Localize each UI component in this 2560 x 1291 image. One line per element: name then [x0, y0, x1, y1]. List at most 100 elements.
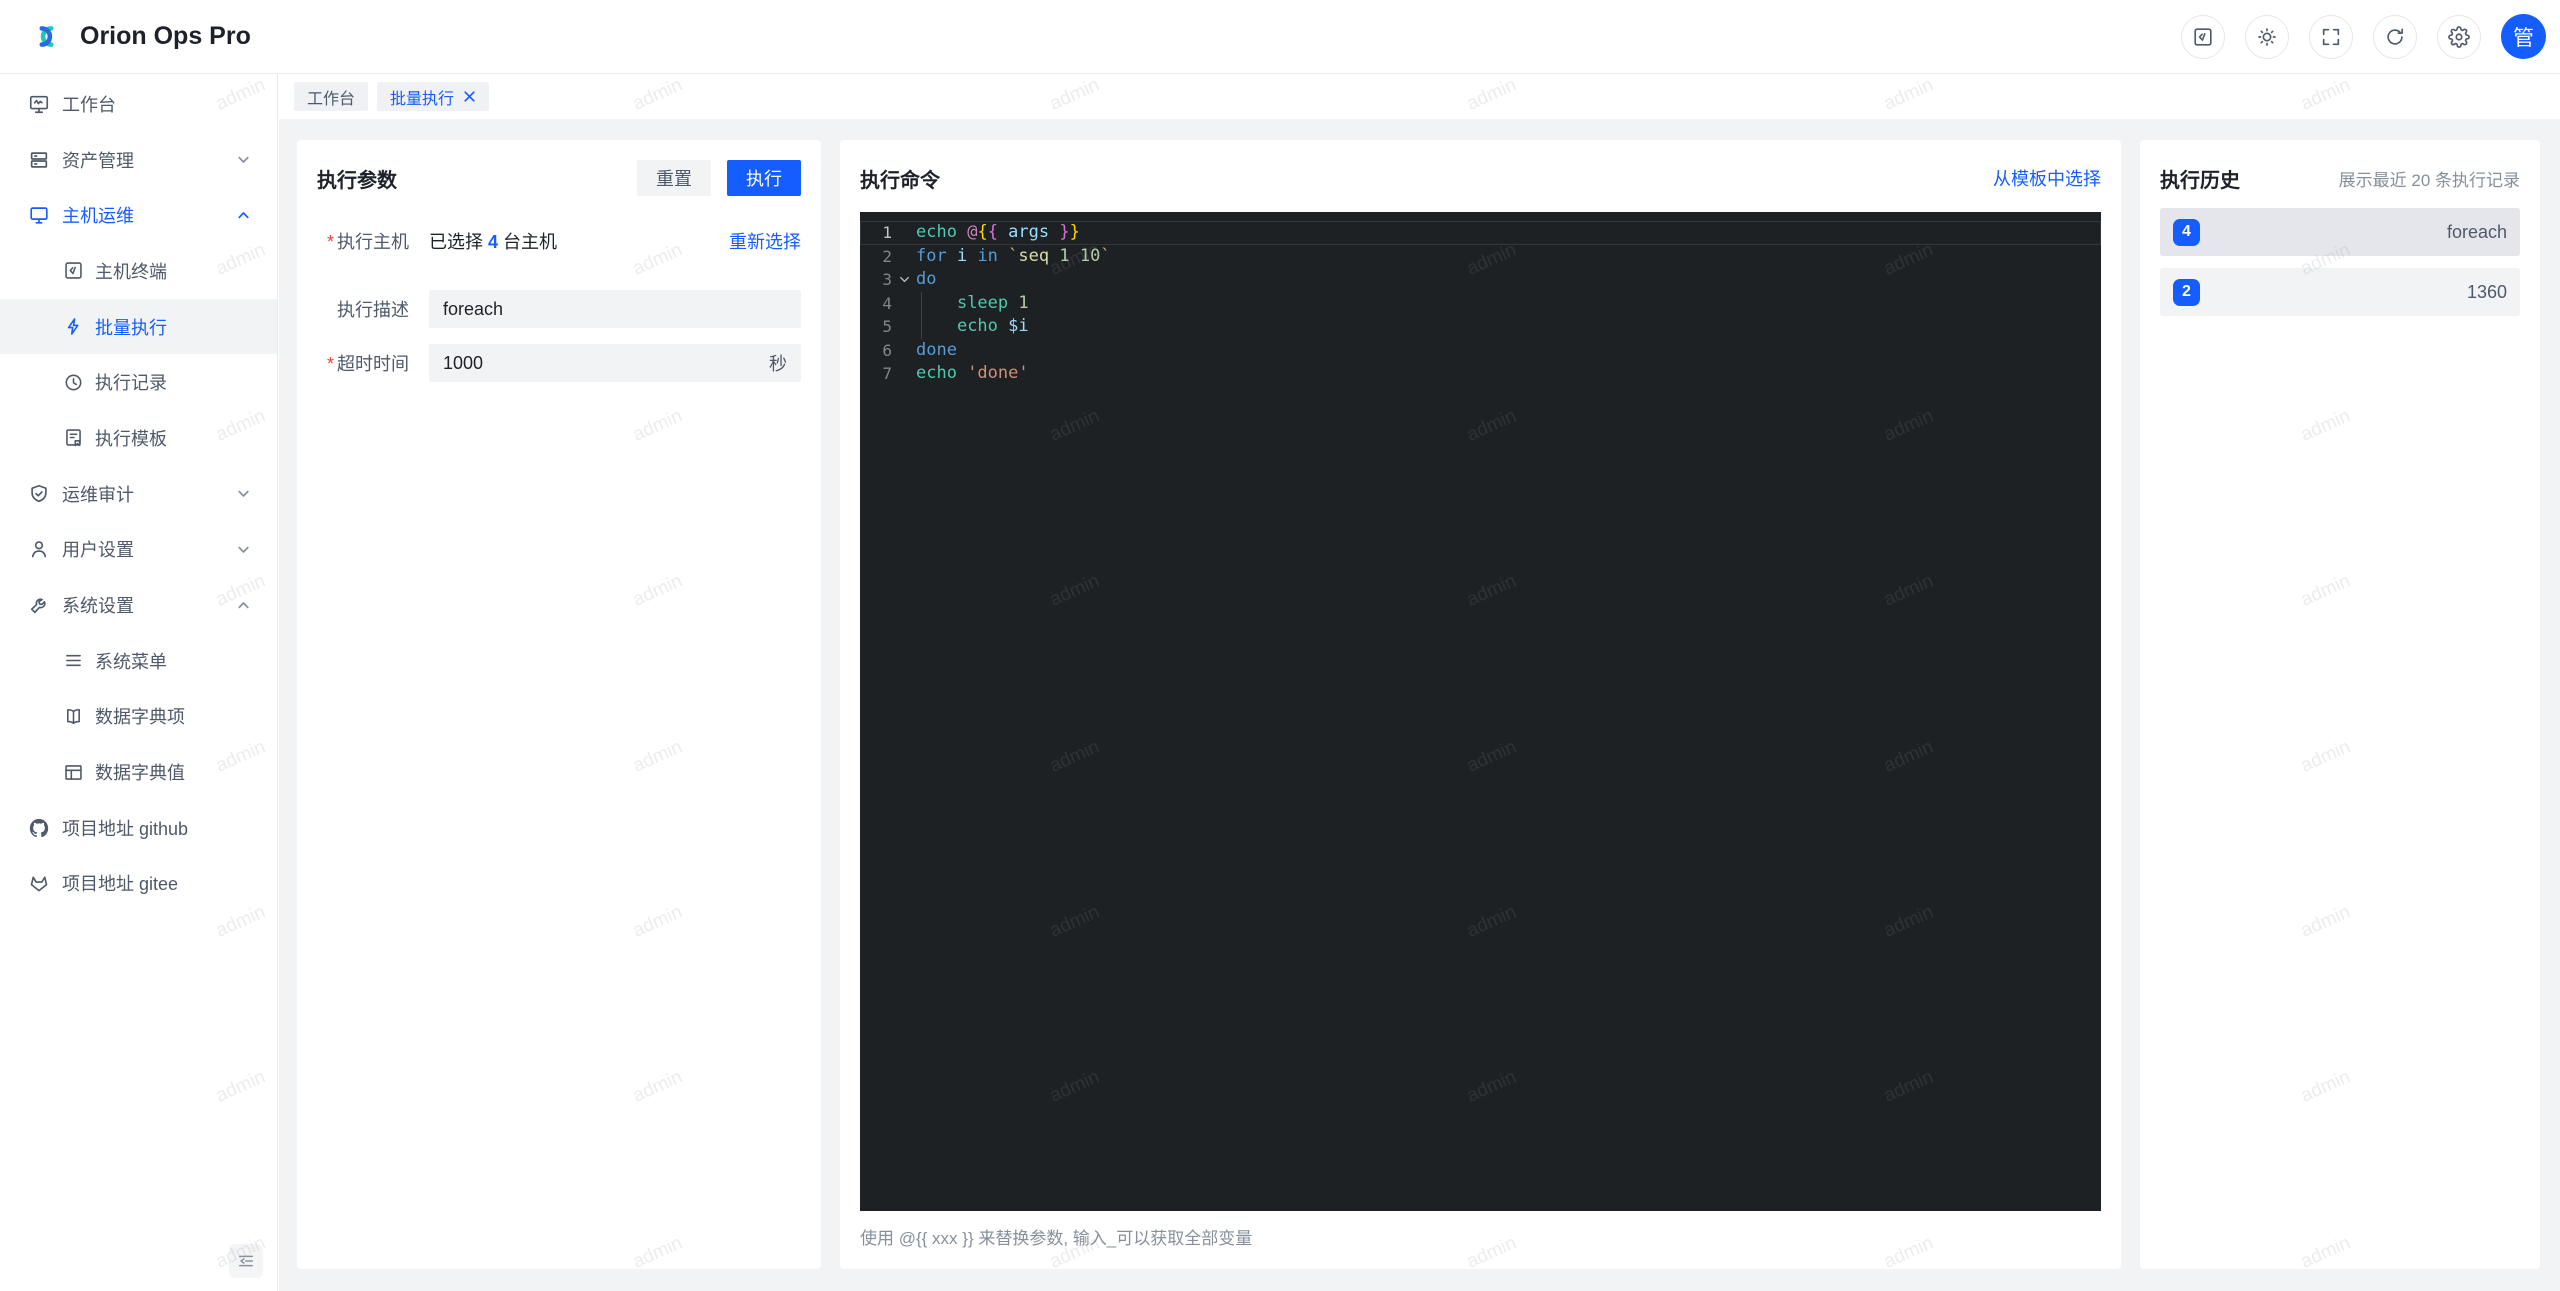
- sidebar-item-system-settings[interactable]: 系统设置: [0, 577, 277, 633]
- terminal-icon: [63, 260, 84, 281]
- user-avatar[interactable]: 管: [2501, 14, 2546, 59]
- sidebar-item-dict-values[interactable]: 数据字典值: [0, 744, 277, 800]
- menu-icon: [63, 650, 84, 671]
- sidebar-item-host-ops[interactable]: 主机运维: [0, 187, 277, 243]
- history-item[interactable]: 21360: [2160, 268, 2520, 316]
- code-line[interactable]: 4 sleep 1: [860, 292, 2101, 316]
- dict-item-icon: [63, 706, 84, 727]
- wrench-icon: [28, 594, 50, 616]
- asset-icon: [28, 149, 50, 171]
- timeout-field-row: 超时时间 秒: [317, 344, 801, 382]
- code-editor[interactable]: 1echo @{{ args }}2 for i in `seq 1 10` 3 do…: [860, 212, 2101, 1211]
- line-number: 7: [860, 362, 892, 386]
- exec-history-panel: 执行历史 展示最近 20 条执行记录 4foreach21360: [2140, 140, 2540, 1269]
- line-number: 3: [860, 268, 892, 292]
- fullscreen-button[interactable]: [2309, 15, 2353, 59]
- fold-chevron-icon[interactable]: [892, 268, 916, 292]
- sidebar-item-label: 数据字典值: [95, 759, 185, 785]
- host-icon: [28, 204, 50, 226]
- app-header: Orion Ops Pro 管: [0, 0, 2560, 74]
- history-host-count-badge: 2: [2173, 279, 2200, 306]
- host-field-label: 执行主机: [317, 228, 429, 254]
- code-line[interactable]: 2 for i in `seq 1 10`: [860, 245, 2101, 269]
- chevron-up-icon: [236, 598, 251, 613]
- code-button[interactable]: [2181, 15, 2225, 59]
- fold-chevron-icon: [892, 339, 916, 363]
- line-number: 2: [860, 245, 892, 269]
- chevron-down-icon: [236, 486, 251, 501]
- line-number: 5: [860, 315, 892, 339]
- fold-chevron-icon: [892, 221, 916, 245]
- sidebar-item-batch-exec[interactable]: 批量执行: [0, 299, 277, 355]
- brand-logo-icon: [26, 16, 67, 57]
- sidebar-menu: 工作台资产管理主机运维主机终端批量执行执行记录执行模板运维审计用户设置系统设置系…: [0, 76, 277, 911]
- exec-params-title: 执行参数: [317, 164, 397, 193]
- line-number: 4: [860, 292, 892, 316]
- history-item[interactable]: 4 foreach: [2160, 208, 2520, 256]
- host-selected-value: 已选择 4 台主机: [429, 228, 557, 254]
- sidebar-item-label: 执行记录: [95, 369, 167, 395]
- sidebar-item-host-terminal[interactable]: 主机终端: [0, 243, 277, 299]
- code-text: do: [916, 268, 2101, 292]
- history-host-count-badge: 4: [2173, 219, 2200, 246]
- code-line[interactable]: 6done: [860, 339, 2101, 363]
- select-from-template-link[interactable]: 从模板中选择: [1993, 165, 2101, 191]
- timeout-input[interactable]: [443, 353, 759, 374]
- sidebar-collapse-button[interactable]: [229, 1244, 263, 1278]
- sidebar-item-workbench[interactable]: 工作台: [0, 76, 277, 132]
- fold-chevron-icon: [892, 315, 916, 339]
- reselect-hosts-link[interactable]: 重新选择: [729, 228, 801, 254]
- line-number: 1: [860, 221, 892, 245]
- code-line[interactable]: 1echo @{{ args }}: [860, 221, 2101, 245]
- exec-history-title: 执行历史: [2160, 164, 2240, 193]
- dict-value-icon: [63, 762, 84, 783]
- editor-hint: 使用 @{{ xxx }} 来替换参数, 输入_可以获取全部变量: [860, 1224, 2101, 1249]
- chevron-up-icon: [236, 208, 251, 223]
- code-line[interactable]: 5 echo $i: [860, 315, 2101, 339]
- sidebar-item-label: 数据字典项: [95, 703, 185, 729]
- refresh-button[interactable]: [2373, 15, 2417, 59]
- sidebar-item-label: 系统菜单: [95, 648, 167, 674]
- sidebar-item-label: 系统设置: [62, 592, 134, 618]
- history-item-text: foreach: [2447, 222, 2507, 243]
- sidebar-item-label: 用户设置: [62, 536, 134, 562]
- code-text: done: [916, 339, 2101, 363]
- desc-input[interactable]: [443, 299, 787, 320]
- run-button[interactable]: 执行: [727, 160, 801, 196]
- code-text: for i in `seq 1 10`: [916, 245, 2101, 269]
- sidebar-item-github[interactable]: 项目地址 github: [0, 800, 277, 856]
- settings-button[interactable]: [2437, 15, 2481, 59]
- history-icon: [63, 372, 84, 393]
- sidebar-item-exec-templates[interactable]: 执行模板: [0, 410, 277, 466]
- sidebar-item-label: 资产管理: [62, 147, 134, 173]
- tab-close-icon[interactable]: [463, 90, 476, 103]
- tab-label: 批量执行: [390, 85, 454, 109]
- tab-label: 工作台: [307, 85, 355, 109]
- timeout-field-label: 超时时间: [317, 350, 429, 376]
- code-line[interactable]: 7echo 'done': [860, 362, 2101, 386]
- tab-batch-exec[interactable]: 批量执行: [377, 82, 489, 111]
- bolt-icon: [63, 316, 84, 337]
- desc-input-wrap: [429, 290, 801, 328]
- exec-params-form: 执行主机 已选择 4 台主机 重新选择 执行描述 超时时间: [317, 228, 801, 382]
- fullscreen-icon: [2320, 26, 2342, 48]
- sidebar-item-ops-audit[interactable]: 运维审计: [0, 466, 277, 522]
- sidebar-item-dict-items[interactable]: 数据字典项: [0, 689, 277, 745]
- chevron-down-icon: [236, 542, 251, 557]
- main-area: 工作台 批量执行 执行参数 重置 执行 执行主机 已选择 4 台主机: [279, 74, 2560, 1291]
- reset-button[interactable]: 重置: [637, 160, 711, 196]
- sidebar-item-exec-records[interactable]: 执行记录: [0, 354, 277, 410]
- code-line[interactable]: 3 do: [860, 268, 2101, 292]
- chevron-down-icon: [236, 152, 251, 167]
- brand-title: Orion Ops Pro: [80, 22, 251, 51]
- fold-chevron-icon: [892, 292, 916, 316]
- tab-workbench[interactable]: 工作台: [294, 82, 368, 111]
- desc-field-label: 执行描述: [317, 296, 429, 322]
- exec-command-title: 执行命令: [860, 164, 940, 193]
- sidebar-item-gitee[interactable]: 项目地址 gitee: [0, 856, 277, 912]
- sidebar-item-user-settings[interactable]: 用户设置: [0, 522, 277, 578]
- theme-button[interactable]: [2245, 15, 2289, 59]
- sidebar-item-system-menu[interactable]: 系统菜单: [0, 633, 277, 689]
- shield-icon: [28, 483, 50, 505]
- sidebar-item-assets[interactable]: 资产管理: [0, 132, 277, 188]
